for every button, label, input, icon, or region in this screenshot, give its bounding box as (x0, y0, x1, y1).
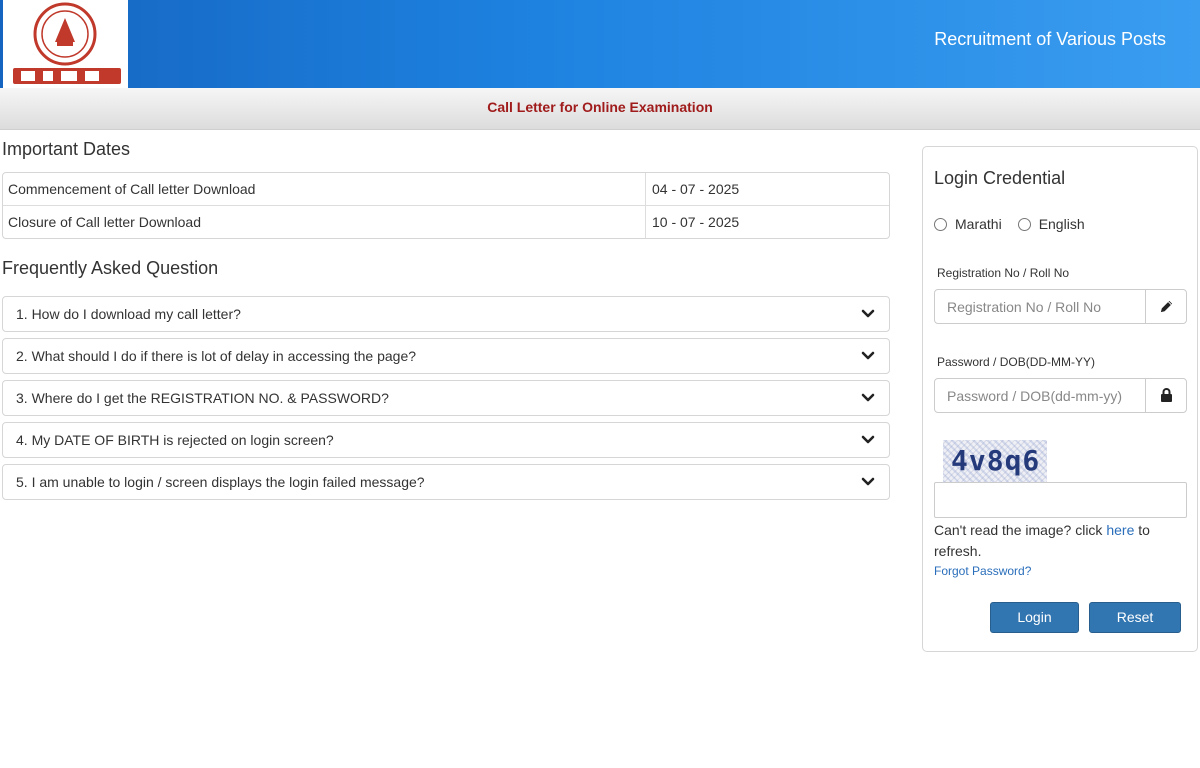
faq-question: 2. What should I do if there is lot of d… (16, 348, 417, 364)
table-row: Closure of Call letter Download 10 - 07 … (3, 206, 889, 238)
language-selector: Marathi English (934, 216, 1101, 232)
login-title: Login Credential (934, 168, 1066, 188)
captcha-input[interactable] (934, 482, 1187, 518)
radio-marathi[interactable] (934, 217, 947, 231)
subheader-bar: Call Letter for Online Examination (0, 88, 1200, 130)
page-header: Recruitment of Various Posts (0, 0, 1200, 88)
login-button[interactable]: Login (990, 602, 1079, 633)
faq-item-3[interactable]: 3. Where do I get the REGISTRATION NO. &… (2, 380, 890, 416)
language-label-marathi: Marathi (955, 216, 1002, 232)
captcha-refresh-link[interactable]: here (1106, 522, 1134, 538)
password-input[interactable] (935, 379, 1145, 412)
important-dates-table: Commencement of Call letter Download 04 … (2, 172, 890, 239)
registration-input-group (934, 289, 1187, 324)
language-label-english: English (1038, 216, 1085, 232)
chevron-down-icon (861, 477, 875, 486)
header-title: Recruitment of Various Posts (934, 29, 1166, 49)
midc-logo-emblem-icon (13, 2, 121, 84)
refresh-prefix: Can't read the image? click (934, 522, 1107, 538)
faq-title: Frequently Asked Question (2, 258, 219, 278)
faq-question: 5. I am unable to login / screen display… (16, 474, 425, 490)
chevron-down-icon (861, 351, 875, 360)
registration-input[interactable] (935, 290, 1145, 323)
date-value: 04 - 07 - 2025 (652, 181, 740, 197)
captcha-image: 4v8q6 (943, 440, 1047, 482)
chevron-down-icon (861, 435, 875, 444)
faq-question: 4. My DATE OF BIRTH is rejected on login… (16, 432, 334, 448)
date-label: Closure of Call letter Download (3, 206, 646, 238)
pencil-icon (1145, 290, 1186, 323)
login-panel: Login Credential Marathi English Registr… (922, 146, 1198, 652)
registration-label: Registration No / Roll No (937, 266, 1070, 280)
radio-english[interactable] (1017, 217, 1031, 231)
faq-item-1[interactable]: 1. How do I download my call letter? (2, 296, 890, 332)
captcha-refresh-hint: Can't read the image? click here to refr… (934, 520, 1184, 562)
password-input-group (934, 378, 1187, 413)
table-row: Commencement of Call letter Download 04 … (3, 173, 889, 206)
captcha-text: 4v8q6 (951, 444, 1041, 477)
subheader-title: Call Letter for Online Examination (487, 99, 713, 115)
midc-logo (3, 0, 128, 88)
password-label: Password / DOB(DD-MM-YY) (937, 355, 1096, 369)
reset-button[interactable]: Reset (1089, 602, 1181, 633)
lock-icon (1145, 379, 1186, 412)
important-dates-title: Important Dates (2, 139, 131, 159)
faq-question: 1. How do I download my call letter? (16, 306, 241, 322)
faq-item-5[interactable]: 5. I am unable to login / screen display… (2, 464, 890, 500)
faq-item-2[interactable]: 2. What should I do if there is lot of d… (2, 338, 890, 374)
faq-item-4[interactable]: 4. My DATE OF BIRTH is rejected on login… (2, 422, 890, 458)
forgot-password-link[interactable]: Forgot Password? (934, 564, 1031, 578)
chevron-down-icon (861, 309, 875, 318)
faq-question: 3. Where do I get the REGISTRATION NO. &… (16, 390, 389, 406)
date-label: Commencement of Call letter Download (3, 173, 646, 205)
chevron-down-icon (861, 393, 875, 402)
date-value: 10 - 07 - 2025 (652, 214, 740, 230)
